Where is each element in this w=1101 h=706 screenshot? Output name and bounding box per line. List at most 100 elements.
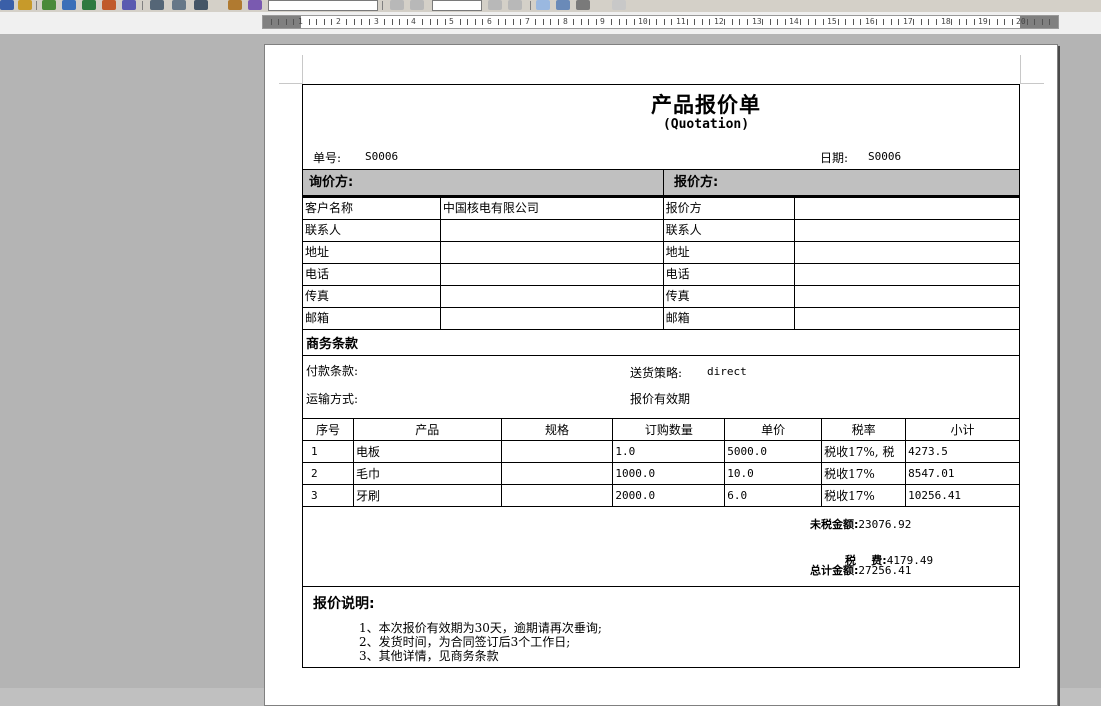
- ruler-left-margin: [263, 16, 301, 28]
- ruler-tick: [913, 19, 914, 25]
- info-row: 邮箱 邮箱: [302, 307, 1020, 330]
- inquirer-header: 询价方:: [309, 175, 354, 190]
- delivery-value: direct: [707, 365, 747, 378]
- hand-tool-icon[interactable]: [576, 0, 590, 10]
- ruler-number: 5: [449, 17, 454, 26]
- ruler-tick: [611, 19, 612, 25]
- ruler-tick: [671, 19, 672, 25]
- ruler-tick: [845, 19, 846, 25]
- ruler-tick: [573, 19, 574, 25]
- ruler-number: 4: [411, 17, 416, 26]
- ruler-number: 16: [865, 17, 875, 26]
- ruler-tick: [550, 19, 551, 25]
- prev-page-icon[interactable]: [410, 0, 424, 10]
- edit-icon[interactable]: [102, 0, 116, 10]
- margin-marker: [1020, 83, 1044, 84]
- page-number-input[interactable]: [432, 0, 482, 11]
- ruler-tick: [823, 19, 824, 25]
- info-right-label: 电话: [662, 263, 796, 286]
- ruler-tick: [331, 19, 332, 25]
- ruler-tick: [898, 19, 899, 25]
- info-row: 电话 电话: [302, 263, 1020, 286]
- ruler-tick: [422, 19, 423, 25]
- ruler-tick: [430, 19, 431, 25]
- quotation-document: 产品报价单 (Quotation) 单号: S0006 日期: S0006 询价…: [302, 84, 1020, 668]
- ruler-tick: [399, 19, 400, 25]
- ruler-tick: [747, 19, 748, 25]
- ruler-tick: [407, 19, 408, 25]
- items-column-header: 小计: [905, 418, 1020, 441]
- ruler-tick: [815, 19, 816, 25]
- ruler-tick: [278, 19, 279, 25]
- ruler-tick: [800, 19, 801, 25]
- info-right-value: [794, 197, 1020, 220]
- info-right-value: [794, 263, 1020, 286]
- ruler-tick: [558, 19, 559, 25]
- notes-header: 报价说明:: [313, 596, 375, 612]
- last-page-icon[interactable]: [508, 0, 522, 10]
- preview-icon[interactable]: [172, 0, 186, 10]
- ruler-tick: [626, 19, 627, 25]
- item-subtotal: 8547.01: [905, 462, 1020, 485]
- ruler-number: 7: [525, 17, 530, 26]
- item-tax: 税收17%: [821, 484, 907, 507]
- ruler-tick: [596, 19, 597, 25]
- info-right-label: 地址: [662, 241, 796, 264]
- print-icon[interactable]: [0, 0, 14, 10]
- item-no: 3: [302, 484, 354, 507]
- header-divider: [663, 170, 664, 196]
- save-icon[interactable]: [62, 0, 76, 10]
- item-row: 1 电板 1.0 5000.0 税收17%, 税 4273.5: [302, 440, 1020, 463]
- item-row: 2 毛巾 1000.0 10.0 税收17% 8547.01: [302, 462, 1020, 485]
- ruler-tick: [649, 19, 650, 25]
- ruler-tick: [535, 19, 536, 25]
- ruler-tick: [1027, 19, 1028, 25]
- mail-icon[interactable]: [122, 0, 136, 10]
- item-price: 6.0: [724, 484, 823, 507]
- item-product: 电板: [352, 440, 502, 463]
- ruler-tick: [891, 19, 892, 25]
- info-left-value: [439, 219, 664, 242]
- info-right-label: 报价方: [662, 197, 796, 220]
- info-left-label: 邮箱: [302, 307, 441, 330]
- close-icon[interactable]: [18, 0, 32, 10]
- ruler-tick: [989, 19, 990, 25]
- item-spec: [500, 462, 614, 485]
- ruler-number: 14: [789, 17, 799, 26]
- select-tool-icon[interactable]: [536, 0, 550, 10]
- horizontal-ruler[interactable]: 1 2 3 4 5 6 7 8 9 10 11 12 13 14 15 16 17 18 19 20: [262, 15, 1059, 29]
- help-icon[interactable]: [612, 0, 626, 10]
- settings-icon[interactable]: [248, 0, 262, 10]
- layout-icon[interactable]: [194, 0, 208, 10]
- info-left-value: [439, 241, 664, 264]
- date-value: S0006: [868, 150, 902, 163]
- ruler-number: 20: [1016, 17, 1026, 26]
- ruler-tick: [921, 19, 922, 25]
- number-label: 单号:: [313, 151, 342, 165]
- ruler-tick: [732, 19, 733, 25]
- ruler-tick: [966, 19, 967, 25]
- info-right-label: 邮箱: [662, 307, 796, 330]
- ruler-tick: [445, 19, 446, 25]
- first-page-icon[interactable]: [390, 0, 404, 10]
- ruler-number: 18: [941, 17, 951, 26]
- tools-icon[interactable]: [228, 0, 242, 10]
- item-subtotal: 10256.41: [905, 484, 1020, 507]
- open-icon[interactable]: [82, 0, 96, 10]
- text-tool-icon[interactable]: [556, 0, 570, 10]
- ruler-number: 10: [638, 17, 648, 26]
- ruler-number: 13: [752, 17, 762, 26]
- zoom-combo[interactable]: [268, 0, 378, 11]
- page-setup-icon[interactable]: [150, 0, 164, 10]
- ruler-number: 8: [563, 17, 568, 26]
- ruler-tick: [974, 19, 975, 25]
- divider: [303, 355, 1019, 356]
- next-page-icon[interactable]: [488, 0, 502, 10]
- date-label: 日期:: [820, 151, 849, 165]
- info-left-label: 地址: [302, 241, 441, 264]
- ruler-tick: [271, 19, 272, 25]
- item-tax: 税收17%, 税: [821, 440, 907, 463]
- terms-header: 商务条款: [306, 337, 359, 352]
- export-icon[interactable]: [42, 0, 56, 10]
- ruler-tick: [808, 19, 809, 25]
